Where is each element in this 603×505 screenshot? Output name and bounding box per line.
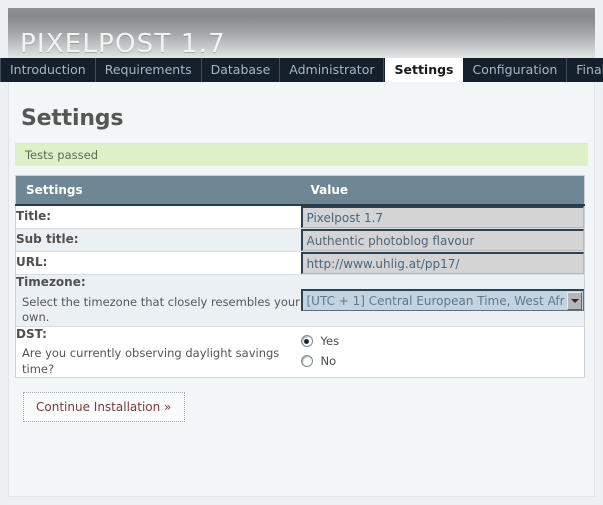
app-header: PIXELPOST 1.7 [8,8,595,58]
dst-option-yes[interactable]: Yes [300,333,585,350]
setting-label-cell-timezone: Timezone: Select the timezone that closel… [15,274,301,327]
tab-finalize[interactable]: Finalize [567,58,603,82]
wizard-tab-bar: Introduction Requirements Database Administ… [0,58,603,82]
table-row: Timezone: Select the timezone that closel… [15,274,585,327]
dst-option-label-yes: Yes [320,334,340,349]
tab-configuration[interactable]: Configuration [463,58,568,82]
settings-table: Settings Value Title: Sub title: URL: Timez… [15,175,585,379]
setting-label-dst: DST: [16,326,47,341]
dst-option-no[interactable]: No [300,353,585,370]
setting-description-dst: Are you currently observing daylight sav… [22,346,280,376]
setting-label-url: URL: [16,255,48,270]
timezone-select[interactable]: [UTC + 1] Central European Time, West Af… [300,289,584,312]
form-actions: Continue Installation » [23,392,594,423]
table-row: URL: [15,251,585,275]
tab-administrator[interactable]: Administrator [280,58,385,82]
setting-value-cell-title [300,205,585,229]
app-logo: PIXELPOST 1.7 [20,29,226,58]
settings-table-body: Title: Sub title: URL: Timezone: Select the … [15,205,585,378]
setting-label-cell-dst: DST: Are you currently observing daylight… [15,326,301,378]
chevron-down-icon[interactable] [567,291,582,310]
url-input[interactable] [300,252,584,274]
dst-radio-group: Yes No [300,331,585,370]
settings-table-head: Settings Value [15,175,585,206]
setting-label-cell-url: URL: [15,251,301,275]
radio-no-icon[interactable] [300,355,313,368]
setting-description-timezone: Select the timezone that closely resembl… [22,294,300,325]
continue-installation-button[interactable]: Continue Installation » [23,392,186,423]
column-header-value: Value [300,175,585,206]
tab-introduction[interactable]: Introduction [0,58,96,82]
content-panel: Settings Tests passed Settings Value Tit… [8,82,595,497]
title-input[interactable] [300,206,584,228]
setting-value-cell-url [300,251,585,275]
chevron-down-glyph [570,298,579,303]
status-banner: Tests passed [15,144,588,166]
tab-database[interactable]: Database [201,58,281,82]
timezone-selected-value: [UTC + 1] Central European Time, West Af… [306,293,565,308]
setting-value-cell-sub-title [300,228,585,252]
installer-page: PIXELPOST 1.7 Introduction Requirements Da… [0,0,603,505]
table-row: Sub title: [15,228,585,252]
table-row: DST: Are you currently observing daylight… [15,326,585,378]
setting-label-title: Title: [16,209,52,224]
table-row: Title: [15,205,585,229]
setting-value-cell-dst: Yes No [300,326,585,378]
column-header-setting: Settings [15,175,301,206]
radio-yes-icon[interactable] [300,335,313,348]
setting-label-cell-sub-title: Sub title: [15,228,301,252]
table-header-row: Settings Value [15,175,585,206]
dst-option-label-no: No [320,354,337,369]
tab-settings[interactable]: Settings [384,58,464,82]
setting-label-cell-title: Title: [15,205,301,229]
sub-title-input[interactable] [300,229,584,251]
setting-value-cell-timezone: [UTC + 1] Central European Time, West Af… [300,274,585,327]
setting-label-timezone: Timezone: [16,275,86,289]
tab-requirements[interactable]: Requirements [95,58,202,82]
status-message: Tests passed [25,148,98,162]
setting-label-sub-title: Sub title: [16,232,79,247]
page-title: Settings [21,106,124,131]
